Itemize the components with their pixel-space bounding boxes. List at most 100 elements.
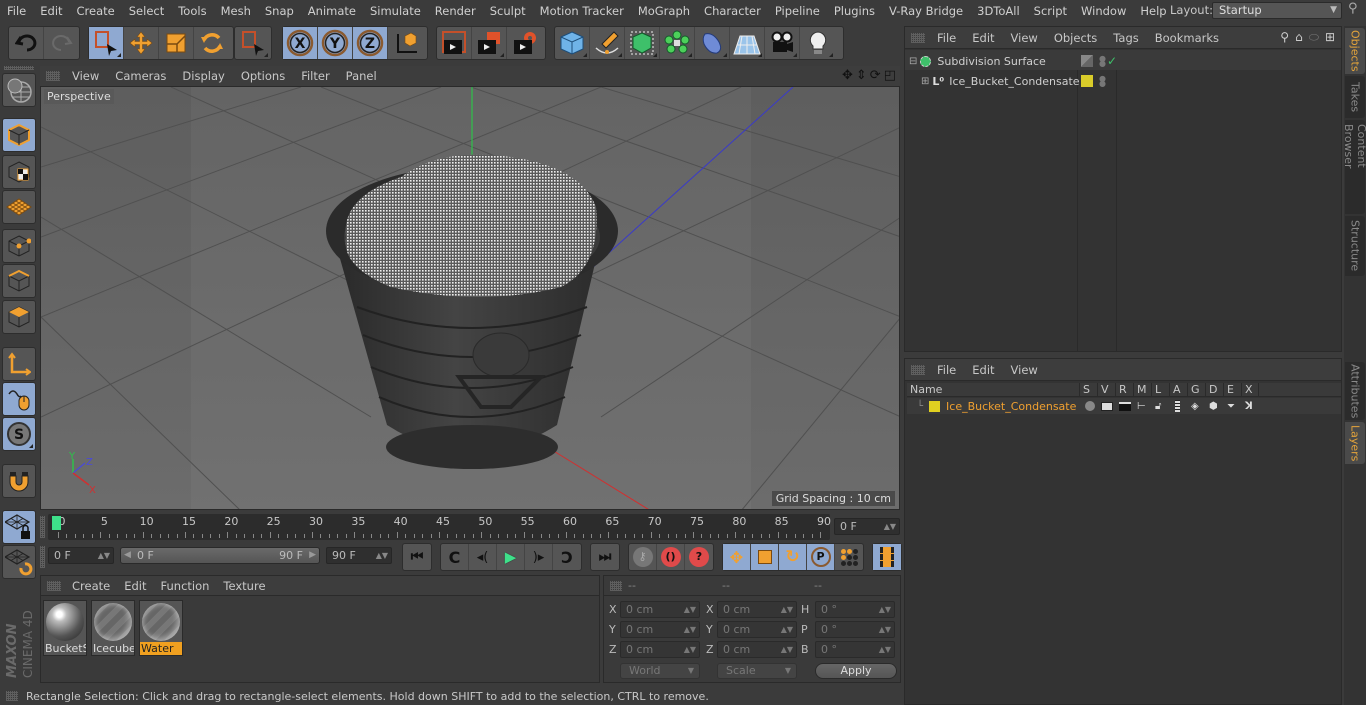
- viewport-menu-view[interactable]: View: [64, 69, 107, 83]
- om-menu-tags[interactable]: Tags: [1105, 31, 1146, 45]
- object-manager-grip[interactable]: [911, 32, 925, 43]
- playhead[interactable]: [52, 516, 61, 530]
- col-name[interactable]: Name: [907, 383, 1077, 397]
- col-view[interactable]: V: [1097, 383, 1109, 397]
- col-solo[interactable]: S: [1079, 383, 1090, 397]
- camera-label[interactable]: Perspective: [44, 89, 114, 104]
- menu-mesh[interactable]: Mesh: [214, 4, 258, 18]
- timeline-ruler[interactable]: 0 5 10 15 20 25 30 35 40 45 50 55 60 65 70 75 80 85 90: [48, 514, 831, 540]
- model-mode-button[interactable]: [2, 118, 36, 152]
- left-toolbar-grip[interactable]: [4, 66, 34, 70]
- make-editable-button[interactable]: [2, 73, 36, 107]
- key-position-button[interactable]: ✥: [723, 544, 751, 570]
- col-animation[interactable]: A: [1169, 383, 1181, 397]
- render-picture-viewer-button[interactable]: [472, 27, 507, 59]
- rotation-b-field[interactable]: 0 ° ▲▼: [815, 641, 895, 658]
- goto-start-button[interactable]: ⏮: [403, 544, 431, 570]
- object-row-ice-bucket[interactable]: ⊞ L⁰ Ice_Bucket_Condensate ● ●: [921, 71, 1106, 91]
- new-window-icon[interactable]: ⊞: [1325, 30, 1335, 45]
- menu-simulate[interactable]: Simulate: [363, 4, 428, 18]
- layer-name[interactable]: Ice_Bucket_Condensate: [946, 400, 1076, 413]
- record-button[interactable]: (): [657, 544, 685, 570]
- coordinate-mode-select[interactable]: World ▼: [620, 663, 700, 679]
- tab-content-browser[interactable]: Content Browser: [1342, 120, 1366, 214]
- om-menu-view[interactable]: View: [1003, 31, 1046, 45]
- generator-icon[interactable]: ◈: [1191, 401, 1199, 412]
- position-y-field[interactable]: 0 cm ▲▼: [620, 621, 700, 638]
- om-menu-objects[interactable]: Objects: [1046, 31, 1105, 45]
- col-locked[interactable]: L: [1151, 383, 1161, 397]
- workplane-mode-button[interactable]: [2, 190, 36, 224]
- menu-create[interactable]: Create: [70, 4, 122, 18]
- key-rotation-button[interactable]: ↻: [779, 544, 807, 570]
- size-z-field[interactable]: 0 cm ▲▼: [717, 641, 797, 658]
- spinner-icon[interactable]: ▲▼: [684, 642, 696, 657]
- om-menu-edit[interactable]: Edit: [964, 31, 1002, 45]
- menu-file[interactable]: File: [0, 4, 33, 18]
- material-bucket[interactable]: BucketS: [43, 600, 87, 656]
- range-left-handle[interactable]: ◀: [124, 548, 131, 563]
- search-icon[interactable]: ⚲: [1348, 1, 1358, 16]
- material-water[interactable]: Water: [139, 600, 183, 656]
- menu-mograph[interactable]: MoGraph: [631, 4, 697, 18]
- manager-hierarchy-icon[interactable]: ⊢: [1137, 401, 1146, 412]
- col-xrefs[interactable]: X: [1241, 383, 1259, 397]
- col-generators[interactable]: G: [1187, 383, 1200, 397]
- om-menu-bookmarks[interactable]: Bookmarks: [1147, 31, 1227, 45]
- xref-icon[interactable]: ꓘ: [1245, 401, 1253, 412]
- tab-structure[interactable]: Structure: [1345, 216, 1365, 276]
- col-manager[interactable]: M: [1133, 383, 1147, 397]
- lm-menu-file[interactable]: File: [929, 363, 964, 377]
- coordinates-grip[interactable]: [610, 580, 622, 591]
- menu-select[interactable]: Select: [122, 4, 171, 18]
- pen-button[interactable]: [590, 27, 625, 59]
- eye-icon[interactable]: ⬭: [1309, 30, 1319, 45]
- menu-script[interactable]: Script: [1027, 4, 1074, 18]
- prev-frame-button[interactable]: ◂(: [469, 544, 497, 570]
- scale-button[interactable]: [159, 27, 194, 59]
- y-axis-lock-button[interactable]: Y: [318, 27, 353, 59]
- z-axis-lock-button[interactable]: Z: [353, 27, 388, 59]
- mat-menu-edit[interactable]: Edit: [117, 579, 153, 593]
- redo-button[interactable]: [44, 27, 79, 59]
- expression-icon[interactable]: ⏷: [1227, 401, 1235, 412]
- object-name[interactable]: Ice_Bucket_Condensate: [949, 75, 1079, 88]
- key-pla-button[interactable]: [835, 544, 863, 570]
- light-button[interactable]: [800, 27, 835, 59]
- viewport-menu-options[interactable]: Options: [233, 69, 293, 83]
- lm-menu-view[interactable]: View: [1003, 363, 1046, 377]
- rotate-button[interactable]: [194, 27, 229, 59]
- points-mode-button[interactable]: [2, 229, 36, 263]
- editor-visibility-icon[interactable]: [1081, 55, 1093, 67]
- size-y-field[interactable]: 0 cm ▲▼: [717, 621, 797, 638]
- menu-help[interactable]: Help: [1133, 4, 1173, 18]
- range-right-handle[interactable]: ▶: [309, 548, 316, 563]
- enabled-checkmark-icon[interactable]: ✓: [1107, 54, 1117, 68]
- play-button[interactable]: ▶: [497, 544, 525, 570]
- menu-snap[interactable]: Snap: [258, 4, 301, 18]
- end-frame-field[interactable]: 90 F ▲▼: [326, 547, 392, 564]
- pan-icon[interactable]: ✥: [842, 68, 853, 83]
- apply-button[interactable]: Apply: [815, 663, 897, 679]
- prev-key-button[interactable]: C: [441, 544, 469, 570]
- rotation-h-field[interactable]: 0 ° ▲▼: [815, 601, 895, 618]
- locked-workplane-button[interactable]: [2, 510, 36, 544]
- render-visibility-dots[interactable]: ● ●: [1099, 55, 1106, 68]
- preview-range-slider[interactable]: ◀ 0 F 90 F ▶: [120, 547, 320, 564]
- floor-button[interactable]: [730, 27, 765, 59]
- key-parameter-button[interactable]: P: [807, 544, 835, 570]
- search-icon[interactable]: ⚲: [1280, 30, 1289, 45]
- menu-animate[interactable]: Animate: [301, 4, 363, 18]
- timeline-grip[interactable]: [40, 516, 45, 538]
- next-key-button[interactable]: Ↄ: [553, 544, 581, 570]
- mat-menu-create[interactable]: Create: [65, 579, 117, 593]
- spinner-icon[interactable]: ▲▼: [879, 602, 891, 617]
- size-mode-select[interactable]: Scale ▼: [717, 663, 797, 679]
- cloner-button[interactable]: [660, 27, 695, 59]
- status-grip[interactable]: [6, 691, 18, 701]
- spinner-icon[interactable]: ▲▼: [879, 622, 891, 637]
- menu-motion-tracker[interactable]: Motion Tracker: [533, 4, 631, 18]
- spinner-icon[interactable]: ▲▼: [884, 519, 896, 534]
- timeline-window-button[interactable]: [873, 544, 901, 570]
- viewport-menu-filter[interactable]: Filter: [293, 69, 337, 83]
